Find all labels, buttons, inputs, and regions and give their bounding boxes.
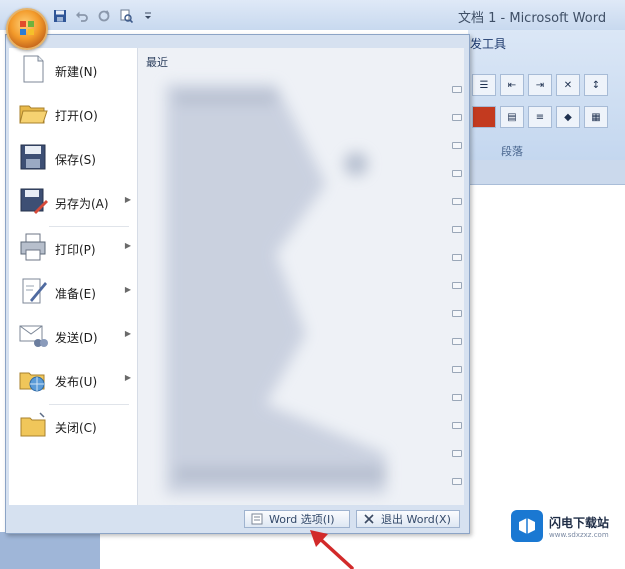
pin-icon[interactable] — [452, 282, 462, 289]
prepare-icon — [22, 278, 47, 304]
watermark-logo-icon — [511, 510, 543, 542]
office-menu: 新建(N) 打开(O) 保存(S) 另存为(A) ▶ 打印(P) ▶ 准备(E)… — [5, 34, 470, 534]
office-button[interactable] — [6, 8, 48, 50]
border-icon[interactable]: ▦ — [584, 106, 608, 128]
recent-documents-panel: 最近 — [138, 48, 464, 505]
submenu-arrow-icon: ▶ — [124, 285, 131, 294]
sort-icon[interactable]: ↕ — [584, 74, 608, 96]
menu-item-publish[interactable]: 发布(U) ▶ — [9, 360, 137, 400]
menu-separator — [49, 226, 129, 227]
document-margin-area — [0, 532, 100, 569]
pin-icon[interactable] — [452, 478, 462, 485]
submenu-arrow-icon: ▶ — [124, 373, 131, 382]
pin-icon[interactable] — [452, 366, 462, 373]
recent-documents-header: 最近 — [146, 56, 168, 69]
undo-icon[interactable] — [74, 8, 90, 24]
save-icon — [20, 144, 46, 170]
align-justify-icon[interactable] — [472, 106, 496, 128]
recent-documents-blurred — [166, 84, 386, 494]
submenu-arrow-icon: ▶ — [124, 241, 131, 250]
options-icon — [251, 513, 263, 525]
publish-icon — [19, 372, 45, 392]
paragraph-group-label: 段落 — [501, 145, 523, 158]
close-icon — [363, 513, 375, 525]
watermark-name: 闪电下载站 — [549, 515, 610, 530]
shading-icon[interactable]: ◆ — [556, 106, 580, 128]
menu-item-send[interactable]: 发送(D) ▶ — [9, 316, 137, 356]
pin-icon[interactable] — [452, 170, 462, 177]
word-options-button[interactable]: Word 选项(I) — [244, 510, 350, 528]
menu-item-open[interactable]: 打开(O) — [9, 94, 137, 134]
menu-separator — [49, 404, 129, 405]
menu-item-print[interactable]: 打印(P) ▶ — [9, 228, 137, 268]
window-title: 文档 1 - Microsoft Word — [458, 11, 607, 26]
title-bar: 文档 1 - Microsoft Word — [0, 0, 625, 30]
ribbon: 发工具 ☰ ⇤ ⇥ ✕ ↕ ▤ ≡ ◆ ▦ 段落 — [468, 30, 625, 161]
pin-icon[interactable] — [452, 226, 462, 233]
submenu-arrow-icon: ▶ — [124, 329, 131, 338]
close-folder-icon — [20, 412, 46, 437]
pin-icon[interactable] — [452, 394, 462, 401]
save-icon[interactable] — [52, 8, 68, 24]
site-watermark: 闪电下载站 www.sdxzxz.com — [511, 509, 621, 543]
menu-item-new[interactable]: 新建(N) — [9, 50, 137, 90]
pin-icon[interactable] — [452, 198, 462, 205]
pin-icon[interactable] — [452, 310, 462, 317]
new-document-icon — [23, 55, 44, 83]
annotation-arrow-icon — [310, 530, 354, 569]
ribbon-tab-developer[interactable]: 发工具 — [470, 35, 506, 52]
menu-item-close[interactable]: 关闭(C) — [9, 406, 137, 446]
distributed-align-icon[interactable]: ▤ — [500, 106, 524, 128]
print-preview-icon[interactable] — [118, 8, 134, 24]
increase-indent-icon[interactable]: ⇥ — [528, 74, 552, 96]
ruler — [468, 160, 625, 185]
watermark-url: www.sdxzxz.com — [549, 530, 609, 539]
open-folder-icon — [19, 105, 48, 124]
menu-item-save-as[interactable]: 另存为(A) ▶ — [9, 182, 137, 222]
pin-icon[interactable] — [452, 422, 462, 429]
office-logo-icon — [20, 21, 34, 35]
bullets-icon[interactable]: ☰ — [472, 74, 496, 96]
pin-icon[interactable] — [452, 114, 462, 121]
printer-icon — [20, 233, 46, 261]
chinese-layout-icon[interactable]: ✕ — [556, 74, 580, 96]
pin-icon[interactable] — [452, 338, 462, 345]
submenu-arrow-icon: ▶ — [124, 195, 131, 204]
line-spacing-icon[interactable]: ≡ — [528, 106, 552, 128]
exit-word-button[interactable]: 退出 Word(X) — [356, 510, 460, 528]
customize-dropdown-icon[interactable] — [140, 8, 156, 24]
pin-icon[interactable] — [452, 254, 462, 261]
redo-icon[interactable] — [96, 8, 112, 24]
pin-icon[interactable] — [452, 142, 462, 149]
menu-item-prepare[interactable]: 准备(E) ▶ — [9, 272, 137, 312]
menu-command-list: 新建(N) 打开(O) 保存(S) 另存为(A) ▶ 打印(P) ▶ 准备(E)… — [9, 48, 138, 505]
pin-icon[interactable] — [452, 450, 462, 457]
save-as-icon — [20, 188, 48, 214]
send-icon — [19, 325, 48, 347]
menu-item-save[interactable]: 保存(S) — [9, 138, 137, 178]
quick-access-toolbar — [52, 7, 156, 25]
pin-icon[interactable] — [452, 86, 462, 93]
decrease-indent-icon[interactable]: ⇤ — [500, 74, 524, 96]
